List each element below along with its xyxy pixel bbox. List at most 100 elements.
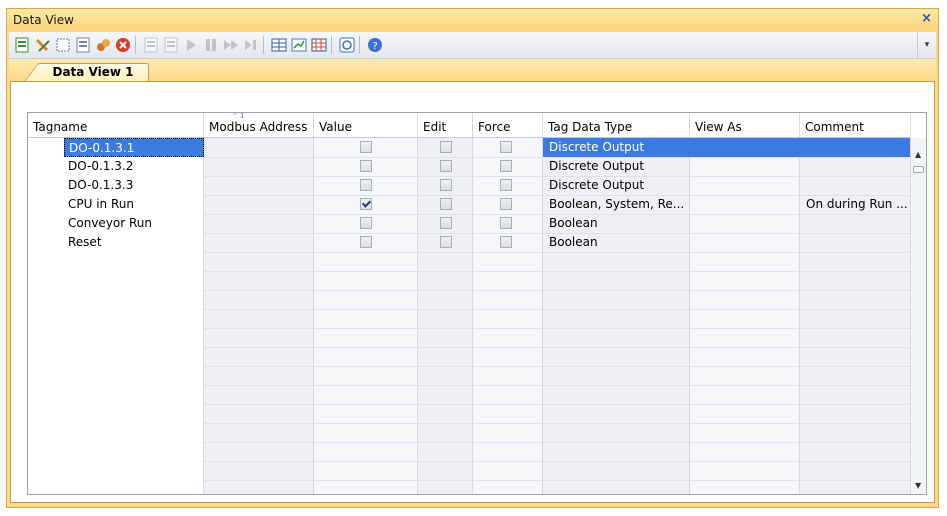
checkbox-force[interactable] bbox=[500, 236, 512, 248]
header-col-value[interactable]: Value bbox=[314, 113, 418, 137]
cell-view-as bbox=[690, 157, 800, 176]
cell-tag-data-type: Boolean bbox=[549, 235, 598, 249]
cell-edit[interactable] bbox=[418, 195, 473, 214]
select-icon[interactable] bbox=[55, 37, 71, 53]
monitor-icon[interactable] bbox=[339, 37, 355, 53]
cell-force[interactable] bbox=[473, 157, 543, 176]
cell-tagname: DO-0.1.3.1 bbox=[64, 138, 204, 157]
checkbox-value[interactable] bbox=[360, 179, 372, 191]
cell-value[interactable] bbox=[314, 214, 418, 233]
cell-force[interactable] bbox=[473, 233, 543, 252]
content-panel: Tagname Modbus Address ^ 1 Value Edit Force Ta… bbox=[10, 81, 935, 503]
cell-comment bbox=[800, 214, 911, 233]
table-row[interactable]: DO-0.1.3.1 Discrete Output bbox=[28, 138, 911, 157]
cell-tagname: Conveyor Run bbox=[68, 216, 153, 230]
cell-tag-data-type: Discrete Output bbox=[549, 159, 645, 173]
cell-modbus-address bbox=[204, 233, 314, 252]
close-icon[interactable]: × bbox=[921, 11, 932, 26]
page-icon[interactable] bbox=[143, 37, 159, 53]
cell-value[interactable] bbox=[314, 195, 418, 214]
table-row[interactable]: CPU in Run Boolean, System, Re... On durin… bbox=[28, 195, 911, 214]
cell-force[interactable] bbox=[473, 176, 543, 195]
scroll-up-icon[interactable]: ▲ bbox=[915, 150, 921, 159]
checkbox-force[interactable] bbox=[500, 141, 512, 153]
scroll-down-icon[interactable]: ▼ bbox=[915, 481, 921, 490]
toolbar-separator bbox=[263, 36, 264, 54]
table-row[interactable]: Conveyor Run Boolean bbox=[28, 214, 911, 233]
copy-icon[interactable] bbox=[75, 37, 91, 53]
checkbox-force[interactable] bbox=[500, 179, 512, 191]
header-col-edit[interactable]: Edit bbox=[418, 113, 473, 137]
checkbox-force[interactable] bbox=[500, 160, 512, 172]
cell-view-as bbox=[690, 138, 800, 157]
cell-modbus-address bbox=[204, 138, 314, 157]
checkbox-edit[interactable] bbox=[440, 141, 452, 153]
find-icon[interactable] bbox=[95, 37, 111, 53]
run-icon[interactable] bbox=[183, 37, 199, 53]
cell-force[interactable] bbox=[473, 214, 543, 233]
delete-icon[interactable] bbox=[115, 37, 131, 53]
header-col-modbus-address[interactable]: Modbus Address ^ 1 bbox=[204, 113, 314, 137]
header-col-tagname[interactable]: Tagname bbox=[28, 113, 204, 137]
chart-icon[interactable] bbox=[291, 37, 307, 53]
checkbox-value[interactable] bbox=[360, 217, 372, 229]
header-label: View As bbox=[695, 120, 742, 134]
row-divider bbox=[204, 404, 911, 405]
cell-edit[interactable] bbox=[418, 176, 473, 195]
header-col-view-as[interactable]: View As bbox=[690, 113, 800, 137]
checkbox-force[interactable] bbox=[500, 217, 512, 229]
edit-view-icon[interactable] bbox=[35, 37, 51, 53]
cell-edit[interactable] bbox=[418, 157, 473, 176]
cell-modbus-address bbox=[204, 214, 314, 233]
table-row[interactable]: DO-0.1.3.2 Discrete Output bbox=[28, 157, 911, 176]
checkbox-value[interactable] bbox=[360, 236, 372, 248]
cell-value[interactable] bbox=[314, 138, 418, 157]
toolbar-separator bbox=[331, 36, 332, 54]
vertical-scrollbar[interactable]: ▲ ▼ bbox=[910, 138, 926, 494]
cell-edit[interactable] bbox=[418, 138, 473, 157]
table-icon[interactable] bbox=[271, 37, 287, 53]
help-icon[interactable]: ? bbox=[367, 37, 383, 53]
cell-edit[interactable] bbox=[418, 233, 473, 252]
row-divider bbox=[204, 252, 911, 253]
row-divider bbox=[204, 461, 911, 462]
scroll-thumb[interactable] bbox=[913, 166, 924, 173]
data-grid: Tagname Modbus Address ^ 1 Value Edit Force Ta… bbox=[27, 112, 927, 495]
cell-modbus-address bbox=[204, 176, 314, 195]
fast-forward-icon[interactable] bbox=[223, 37, 239, 53]
cell-value[interactable] bbox=[314, 233, 418, 252]
cell-force[interactable] bbox=[473, 195, 543, 214]
checkbox-edit[interactable] bbox=[440, 198, 452, 210]
checkbox-force[interactable] bbox=[500, 198, 512, 210]
new-view-icon[interactable] bbox=[14, 37, 30, 53]
checkbox-edit[interactable] bbox=[440, 236, 452, 248]
sort-indicator-icon: ^ 1 bbox=[232, 113, 245, 120]
toolbar: ▾ ? bbox=[9, 32, 936, 59]
table-row[interactable]: DO-0.1.3.3 Discrete Output bbox=[28, 176, 911, 195]
cell-value[interactable] bbox=[314, 176, 418, 195]
tab-data-view-1[interactable]: Data View 1 bbox=[24, 63, 149, 82]
table-row[interactable]: Reset Boolean bbox=[28, 233, 911, 252]
cell-modbus-address bbox=[204, 195, 314, 214]
cell-view-as bbox=[690, 233, 800, 252]
header-col-comment[interactable]: Comment bbox=[800, 113, 911, 137]
save-icon[interactable] bbox=[163, 37, 179, 53]
header-col-force[interactable]: Force bbox=[473, 113, 543, 137]
step-icon[interactable] bbox=[243, 37, 259, 53]
pause-icon[interactable] bbox=[203, 37, 219, 53]
header-col-tag-data-type[interactable]: Tag Data Type bbox=[543, 113, 690, 137]
grid-icon[interactable] bbox=[311, 37, 327, 53]
header-label: Modbus Address bbox=[209, 120, 308, 134]
title-bar: Data View × bbox=[7, 9, 938, 31]
row-divider bbox=[204, 366, 911, 367]
checkbox-value[interactable] bbox=[360, 198, 372, 210]
checkbox-edit[interactable] bbox=[440, 160, 452, 172]
cell-force[interactable] bbox=[473, 138, 543, 157]
toolbar-overflow-icon[interactable]: ▾ bbox=[917, 32, 936, 58]
cell-edit[interactable] bbox=[418, 214, 473, 233]
checkbox-edit[interactable] bbox=[440, 217, 452, 229]
checkbox-edit[interactable] bbox=[440, 179, 452, 191]
checkbox-value[interactable] bbox=[360, 141, 372, 153]
cell-value[interactable] bbox=[314, 157, 418, 176]
checkbox-value[interactable] bbox=[360, 160, 372, 172]
